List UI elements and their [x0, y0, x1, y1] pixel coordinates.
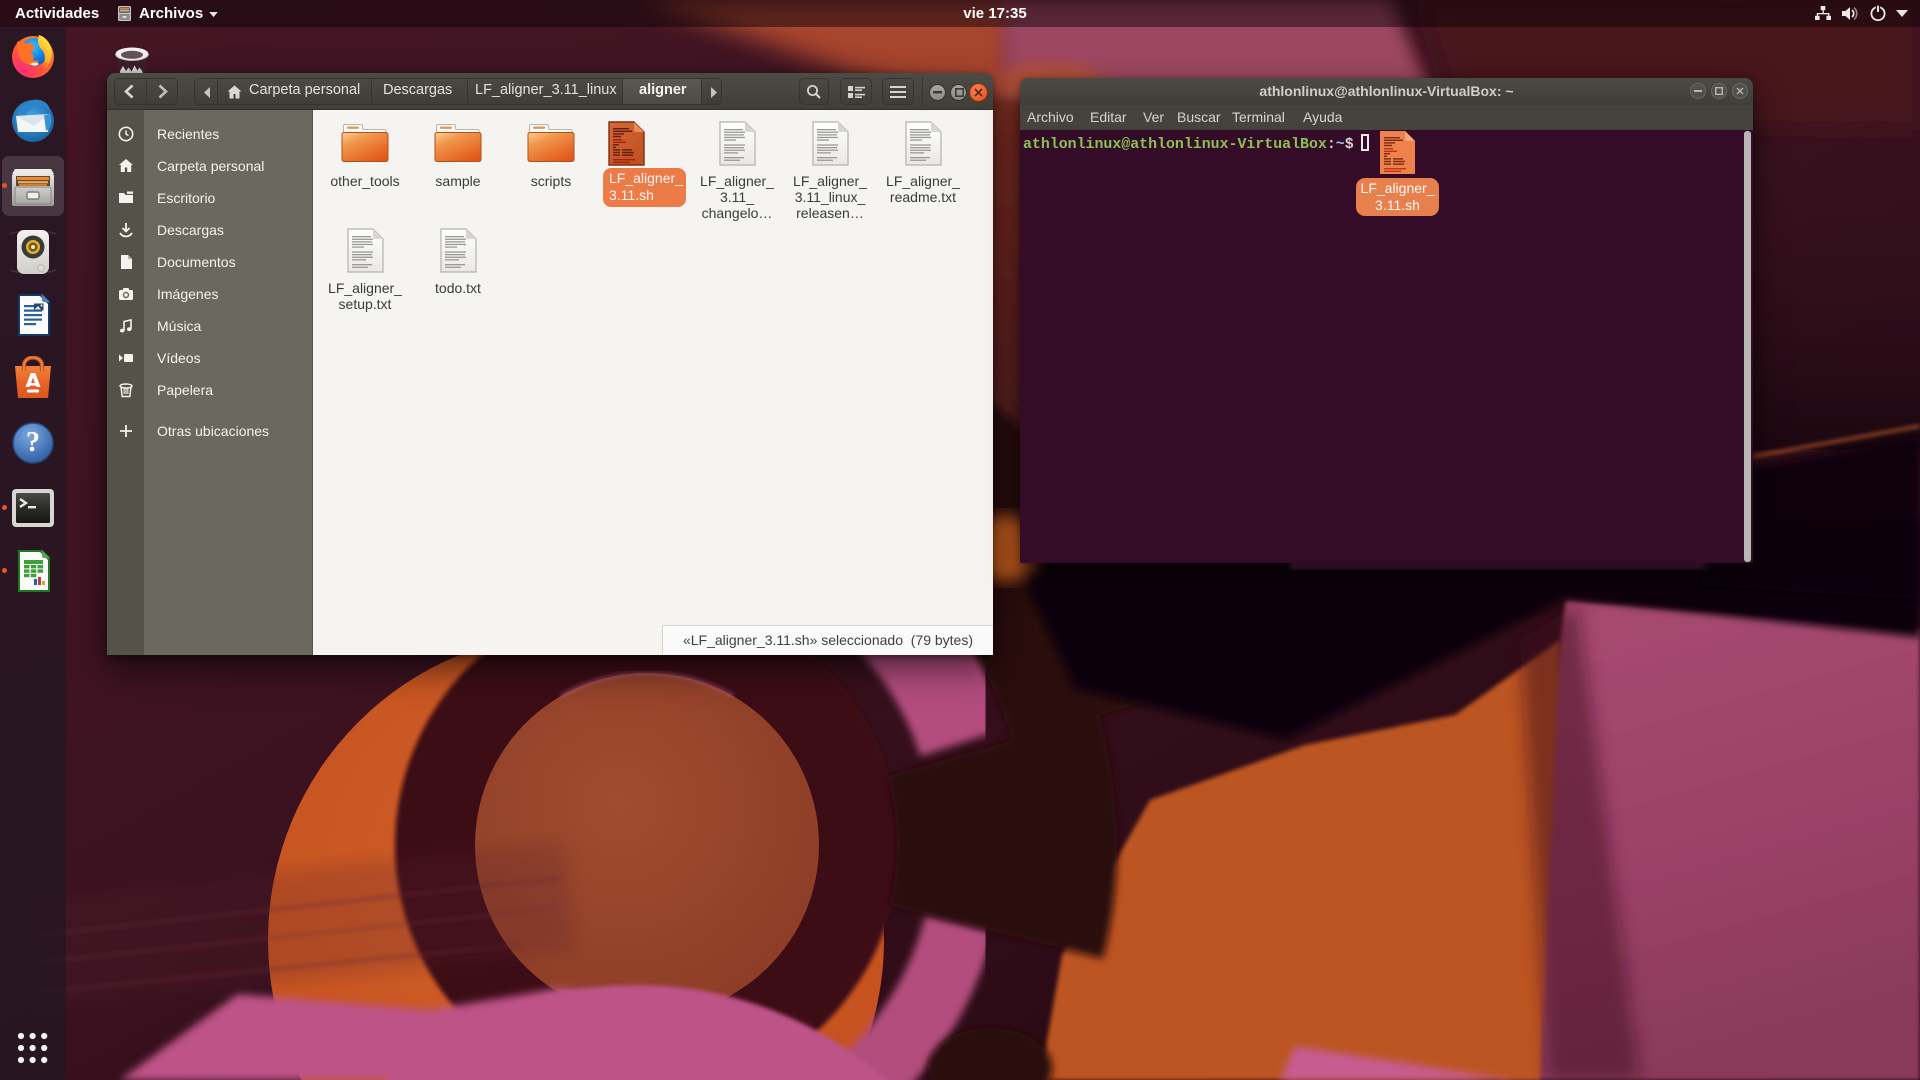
svg-text:?: ?: [26, 427, 40, 458]
